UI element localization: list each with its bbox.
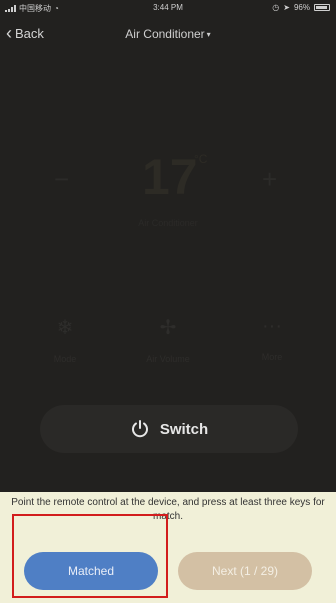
switch-button[interactable]: Switch xyxy=(40,405,298,453)
more-button: ··· More xyxy=(232,315,312,362)
location-icon: ➤ xyxy=(283,3,290,12)
highlight-box xyxy=(12,514,168,598)
power-icon xyxy=(130,419,150,439)
mode-row: ❄ Mode ✢ Air Volume ··· More xyxy=(0,315,336,375)
battery-icon xyxy=(314,4,330,11)
fan-icon: ✢ xyxy=(159,317,177,339)
alarm-icon: ◷ xyxy=(272,3,280,12)
air-volume-button: ✢ Air Volume xyxy=(128,315,208,364)
next-button[interactable]: Next (1 / 29) xyxy=(178,552,312,590)
plus-button: + xyxy=(262,164,278,194)
status-right: ◷ ➤ 96% xyxy=(272,3,330,12)
switch-label: Switch xyxy=(159,420,209,438)
page-title[interactable]: Air Conditioner ▾ xyxy=(0,27,336,41)
more-icon: ··· xyxy=(262,315,282,337)
app-screen: 中国移动 ◔ 3:44 PM ◷ ➤ 96% ‹ Back Air Condit… xyxy=(0,0,336,603)
status-bar: 中国移动 ◔ 3:44 PM ◷ ➤ 96% xyxy=(0,0,336,16)
mode-status-text: Air Conditioner xyxy=(138,218,198,228)
temperature-control: − 17 °C + xyxy=(0,140,336,210)
minus-button: − xyxy=(54,164,70,194)
mode-button: ❄ Mode xyxy=(25,315,105,364)
nav-bar: ‹ Back Air Conditioner ▾ xyxy=(0,20,336,48)
snowflake-icon: ❄ xyxy=(56,317,74,339)
caret-down-icon: ▾ xyxy=(206,30,211,40)
page-title-text: Air Conditioner xyxy=(125,27,205,41)
temperature-value: 17 xyxy=(142,149,198,205)
air-volume-label: Air Volume xyxy=(146,354,190,364)
more-label: More xyxy=(261,352,283,362)
mode-label: Mode xyxy=(53,354,77,364)
temperature-unit: °C xyxy=(194,152,208,166)
battery-percent: 96% xyxy=(293,3,310,12)
